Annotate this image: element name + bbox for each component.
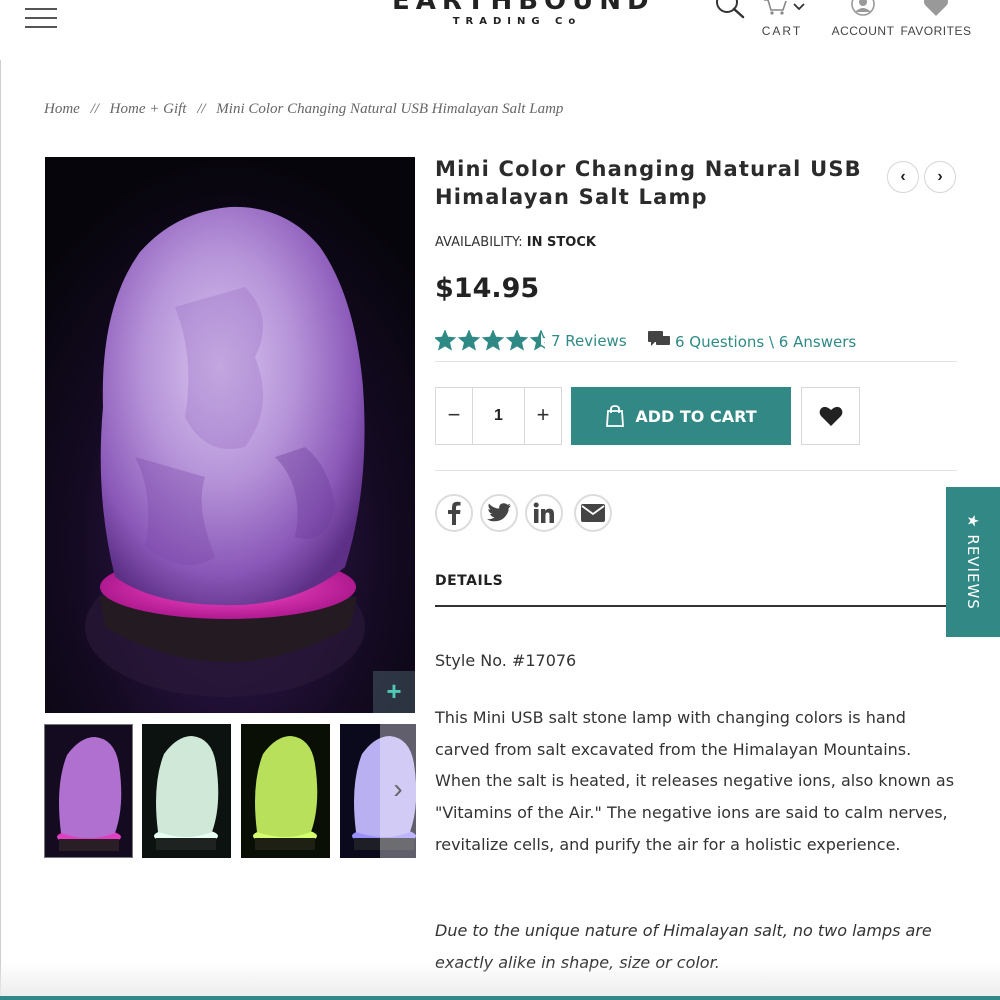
- availability-label: AVAILABILITY:: [435, 235, 523, 250]
- share-twitter-button[interactable]: [480, 494, 518, 532]
- reviews-side-tab[interactable]: ★ REVIEWS: [946, 487, 1000, 637]
- cart-icon: [764, 0, 787, 15]
- site-logo[interactable]: EARTHBOUND TRADING Co: [392, 0, 655, 27]
- product-title: Mini Color Changing Natural USB Himalaya…: [435, 157, 862, 209]
- salt-lamp-image: [45, 157, 415, 713]
- email-icon: [581, 504, 605, 522]
- bottom-accent-bar: [0, 996, 1000, 1000]
- thumbnail-next-button[interactable]: ›: [380, 724, 416, 858]
- breadcrumb-separator: //: [197, 101, 206, 117]
- quantity-increase-button[interactable]: +: [525, 388, 561, 444]
- logo-main-text: EARTHBOUND: [392, 0, 655, 16]
- zoom-button[interactable]: +: [373, 671, 415, 713]
- star-icon: [481, 330, 505, 351]
- quantity-stepper: − 1 +: [435, 387, 562, 445]
- thumbnail-purple[interactable]: [44, 724, 133, 858]
- favorites-label: FAVORITES: [900, 24, 972, 38]
- shopping-bag-icon: [606, 405, 625, 427]
- share-linkedin-button[interactable]: [525, 494, 563, 532]
- breadcrumb: Home // Home + Gift // Mini Color Changi…: [44, 101, 563, 118]
- heart-icon: [923, 0, 949, 16]
- breadcrumb-home-gift[interactable]: Home + Gift: [110, 101, 187, 117]
- star-icon: [505, 330, 529, 351]
- thumbnail-green[interactable]: [241, 724, 330, 858]
- twitter-icon: [487, 503, 511, 522]
- quantity-decrease-button[interactable]: −: [436, 388, 472, 444]
- questions-answers-link[interactable]: 6 Questions \ 6 Answers: [675, 333, 856, 351]
- star-icon: [435, 330, 457, 351]
- add-to-favorites-button[interactable]: [801, 387, 860, 445]
- add-to-cart-label: ADD TO CART: [635, 406, 757, 426]
- chat-bubbles-icon: [648, 331, 670, 346]
- star-icon: [457, 330, 481, 351]
- menu-icon[interactable]: [25, 8, 57, 30]
- thumbnail-strip: ›: [44, 724, 416, 858]
- divider: [435, 361, 957, 362]
- details-tab-underline: [435, 605, 947, 607]
- thumbnail-white[interactable]: [142, 724, 231, 858]
- reviews-side-tab-label: ★ REVIEWS: [964, 514, 982, 610]
- cart-label: CART: [761, 24, 803, 38]
- heart-icon: [819, 406, 842, 426]
- product-price: $14.95: [435, 273, 540, 304]
- account-button[interactable]: ACCOUNT: [830, 0, 896, 42]
- breadcrumb-separator: //: [90, 101, 99, 117]
- facebook-icon: [448, 501, 461, 525]
- availability: AVAILABILITY: IN STOCK: [435, 235, 596, 250]
- page-edge: [0, 0, 1, 1000]
- breadcrumb-current[interactable]: Mini Color Changing Natural USB Himalaya…: [216, 101, 563, 117]
- bottom-fade: [0, 962, 1000, 996]
- product-description: This Mini USB salt stone lamp with chang…: [435, 708, 955, 854]
- share-email-button[interactable]: [574, 494, 612, 532]
- add-to-cart-button[interactable]: ADD TO CART: [571, 387, 791, 445]
- cart-button[interactable]: CART: [756, 0, 808, 42]
- account-icon: [851, 0, 875, 16]
- next-product-button[interactable]: ›: [924, 161, 956, 193]
- star-icon: [529, 330, 545, 351]
- tab-details[interactable]: DETAILS: [435, 573, 503, 589]
- reviews-link[interactable]: 7 Reviews: [551, 332, 627, 350]
- product-main-image[interactable]: [45, 157, 415, 713]
- logo-sub-text: TRADING Co: [452, 16, 582, 27]
- rating-row: 7 Reviews 6 Questions \ 6 Answers: [435, 330, 957, 354]
- site-header: EARTHBOUND TRADING Co CART ACCOUNT FAVOR…: [0, 0, 1000, 60]
- previous-product-button[interactable]: ‹: [887, 161, 919, 193]
- favorites-button[interactable]: FAVORITES: [900, 0, 972, 42]
- style-number: Style No. #17076: [435, 651, 577, 670]
- share-facebook-button[interactable]: [435, 494, 473, 532]
- divider: [435, 470, 957, 471]
- availability-value: IN STOCK: [526, 235, 596, 250]
- quantity-input[interactable]: 1: [472, 388, 525, 444]
- search-icon[interactable]: [715, 0, 745, 26]
- chevron-down-icon: [793, 3, 805, 11]
- account-label: ACCOUNT: [831, 24, 895, 38]
- linkedin-icon: [533, 502, 554, 523]
- star-rating[interactable]: [435, 330, 545, 352]
- breadcrumb-home[interactable]: Home: [44, 101, 80, 117]
